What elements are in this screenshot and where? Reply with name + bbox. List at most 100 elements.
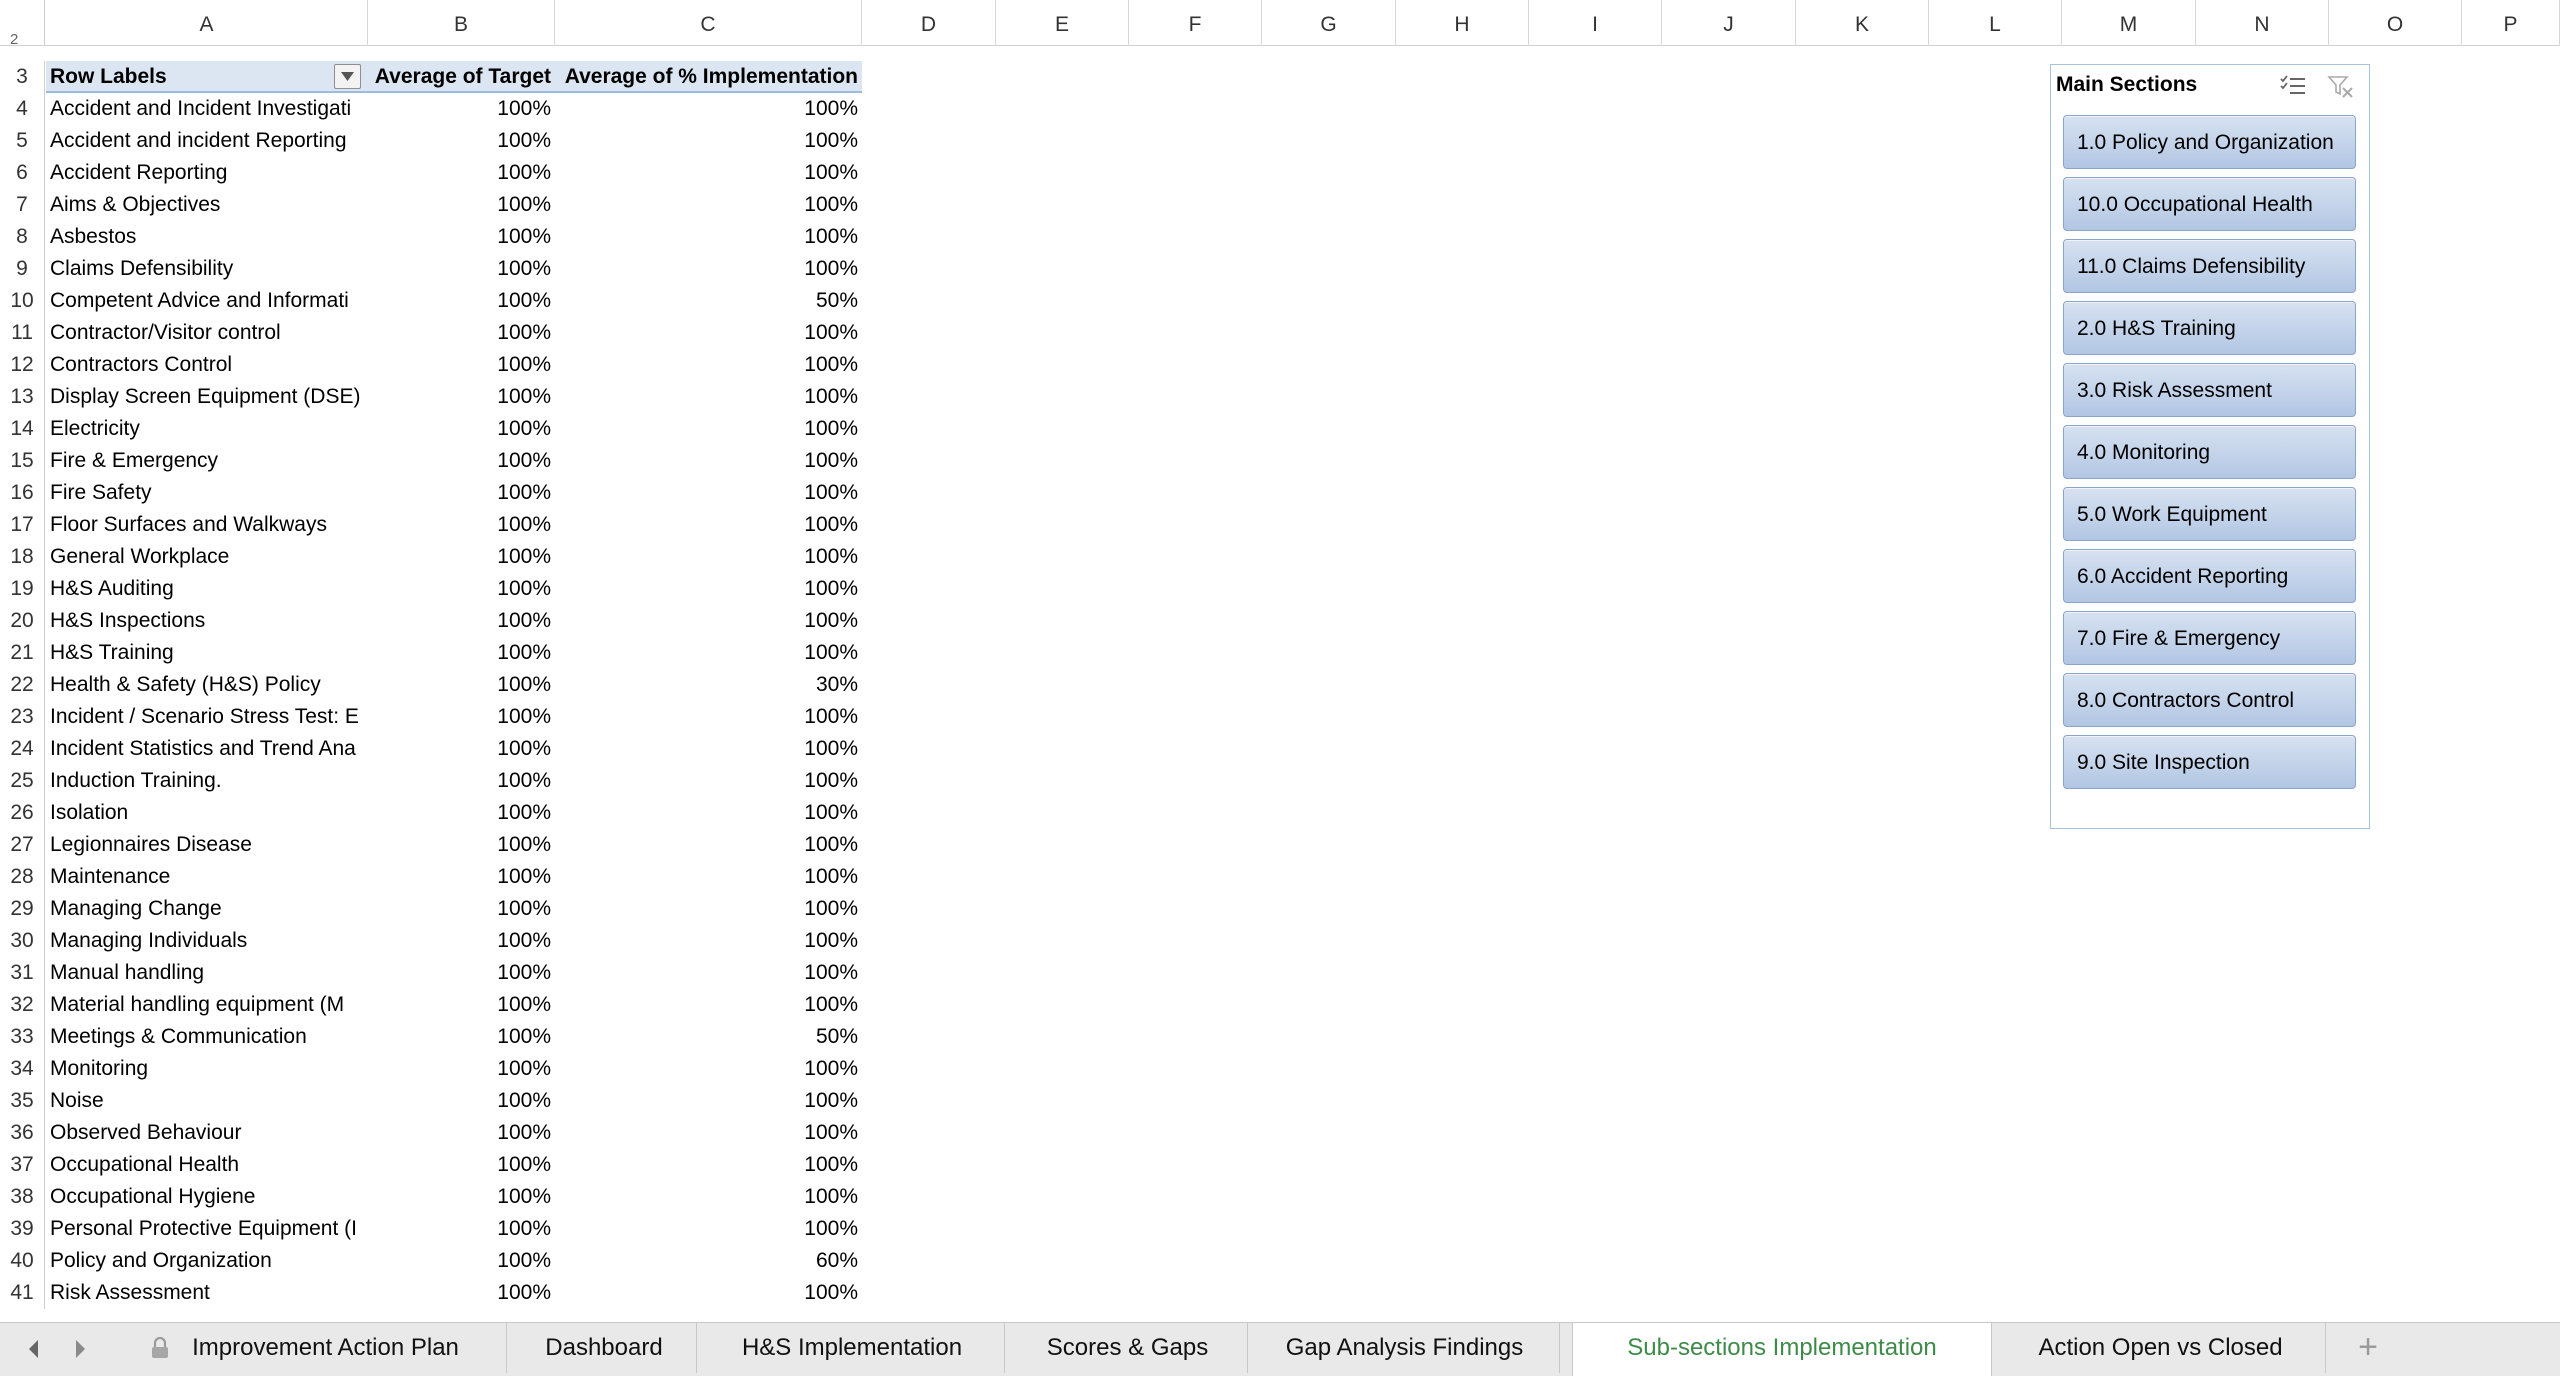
pivot-implementation-value[interactable]: 50% [555,285,861,317]
select-all-corner[interactable] [0,0,45,46]
pivot-implementation-value[interactable]: 100% [555,317,861,349]
pivot-target-value[interactable]: 100% [368,765,554,797]
pivot-row-label[interactable]: Fire & Emergency [48,445,367,477]
pivot-row-label[interactable]: Competent Advice and Informati [48,285,367,317]
column-header-e[interactable]: E [996,0,1129,46]
row-number[interactable]: 27 [0,829,45,861]
average-of-implementation-header[interactable]: Average of % Implementation [555,61,861,93]
sheet-tab[interactable]: Scores & Gaps [1008,1323,1248,1373]
slicer-item[interactable]: 5.0 Work Equipment [2063,487,2356,541]
row-number[interactable]: 40 [0,1245,45,1277]
pivot-implementation-value[interactable]: 100% [555,765,861,797]
pivot-row-label[interactable]: Aims & Objectives [48,189,367,221]
slicer-item[interactable]: 8.0 Contractors Control [2063,673,2356,727]
pivot-target-value[interactable]: 100% [368,669,554,701]
pivot-implementation-value[interactable]: 100% [555,253,861,285]
row-number[interactable]: 34 [0,1053,45,1085]
pivot-target-value[interactable]: 100% [368,157,554,189]
pivot-target-value[interactable]: 100% [368,285,554,317]
pivot-row-label[interactable]: Personal Protective Equipment (I [48,1213,367,1245]
pivot-row-label[interactable]: H&S Inspections [48,605,367,637]
pivot-row-label[interactable]: Accident and incident Reporting [48,125,367,157]
pivot-implementation-value[interactable]: 100% [555,1149,861,1181]
pivot-row-label[interactable]: H&S Auditing [48,573,367,605]
pivot-implementation-value[interactable]: 100% [555,701,861,733]
column-header-h[interactable]: H [1396,0,1529,46]
pivot-row-label[interactable]: Policy and Organization [48,1245,367,1277]
pivot-implementation-value[interactable]: 100% [555,1053,861,1085]
row-number[interactable]: 13 [0,381,45,413]
row-number[interactable]: 9 [0,253,45,285]
pivot-target-value[interactable]: 100% [368,733,554,765]
pivot-implementation-value[interactable]: 100% [555,797,861,829]
row-number[interactable]: 36 [0,1117,45,1149]
pivot-target-value[interactable]: 100% [368,509,554,541]
average-of-target-header[interactable]: Average of Target [368,61,554,93]
pivot-target-value[interactable]: 100% [368,93,554,125]
row-number[interactable]: 16 [0,477,45,509]
row-labels-filter-button[interactable] [334,64,361,89]
sheet-tab[interactable]: H&S Implementation [700,1323,1005,1373]
slicer-item[interactable]: 7.0 Fire & Emergency [2063,611,2356,665]
pivot-row-label[interactable]: Monitoring [48,1053,367,1085]
pivot-implementation-value[interactable]: 100% [555,1085,861,1117]
pivot-implementation-value[interactable]: 100% [555,221,861,253]
pivot-target-value[interactable]: 100% [368,1213,554,1245]
pivot-implementation-value[interactable]: 100% [555,861,861,893]
slicer-item[interactable]: 9.0 Site Inspection [2063,735,2356,789]
pivot-row-label[interactable]: Maintenance [48,861,367,893]
pivot-implementation-value[interactable]: 100% [555,413,861,445]
row-number[interactable]: 20 [0,605,45,637]
column-header-l[interactable]: L [1929,0,2062,46]
chevron-left-icon[interactable] [26,1338,42,1360]
column-header-a[interactable]: A [46,0,368,46]
row-number[interactable]: 38 [0,1181,45,1213]
pivot-row-label[interactable]: Display Screen Equipment (DSE) [48,381,367,413]
slicer-item[interactable]: 3.0 Risk Assessment [2063,363,2356,417]
pivot-implementation-value[interactable]: 100% [555,157,861,189]
pivot-implementation-value[interactable]: 100% [555,189,861,221]
pivot-target-value[interactable]: 100% [368,381,554,413]
row-number[interactable]: 4 [0,93,45,125]
slicer-item[interactable]: 10.0 Occupational Health [2063,177,2356,231]
pivot-target-value[interactable]: 100% [368,541,554,573]
pivot-row-label[interactable]: Floor Surfaces and Walkways [48,509,367,541]
row-number[interactable]: 7 [0,189,45,221]
pivot-implementation-value[interactable]: 100% [555,1277,861,1309]
row-number[interactable]: 12 [0,349,45,381]
pivot-implementation-value[interactable]: 100% [555,829,861,861]
pivot-row-label[interactable]: Induction Training. [48,765,367,797]
pivot-row-label[interactable]: Legionnaires Disease [48,829,367,861]
row-number[interactable]: 14 [0,413,45,445]
pivot-row-label[interactable]: Accident Reporting [48,157,367,189]
row-number[interactable]: 26 [0,797,45,829]
row-number[interactable]: 24 [0,733,45,765]
pivot-implementation-value[interactable]: 100% [555,925,861,957]
pivot-row-label[interactable]: Observed Behaviour [48,1117,367,1149]
pivot-row-label[interactable]: Incident Statistics and Trend Ana [48,733,367,765]
row-number[interactable]: 31 [0,957,45,989]
multi-select-icon[interactable] [2279,74,2307,98]
pivot-target-value[interactable]: 100% [368,861,554,893]
pivot-target-value[interactable]: 100% [368,445,554,477]
row-number[interactable]: 10 [0,285,45,317]
pivot-row-label[interactable]: Contractors Control [48,349,367,381]
pivot-implementation-value[interactable]: 100% [555,445,861,477]
pivot-row-label[interactable]: Asbestos [48,221,367,253]
clear-filter-icon[interactable] [2327,74,2355,98]
row-number[interactable]: 18 [0,541,45,573]
pivot-target-value[interactable]: 100% [368,221,554,253]
slicer-item[interactable]: 11.0 Claims Defensibility [2063,239,2356,293]
pivot-row-label[interactable]: Claims Defensibility [48,253,367,285]
column-header-f[interactable]: F [1129,0,1262,46]
pivot-target-value[interactable]: 100% [368,253,554,285]
slicer-item[interactable]: 6.0 Accident Reporting [2063,549,2356,603]
pivot-implementation-value[interactable]: 100% [555,93,861,125]
sheet-tab[interactable]: Gap Analysis Findings [1250,1323,1560,1373]
row-number[interactable]: 6 [0,157,45,189]
row-number[interactable]: 23 [0,701,45,733]
row-number[interactable]: 3 [0,61,45,93]
pivot-implementation-value[interactable]: 100% [555,541,861,573]
slicer-item[interactable]: 2.0 H&S Training [2063,301,2356,355]
pivot-target-value[interactable]: 100% [368,1245,554,1277]
